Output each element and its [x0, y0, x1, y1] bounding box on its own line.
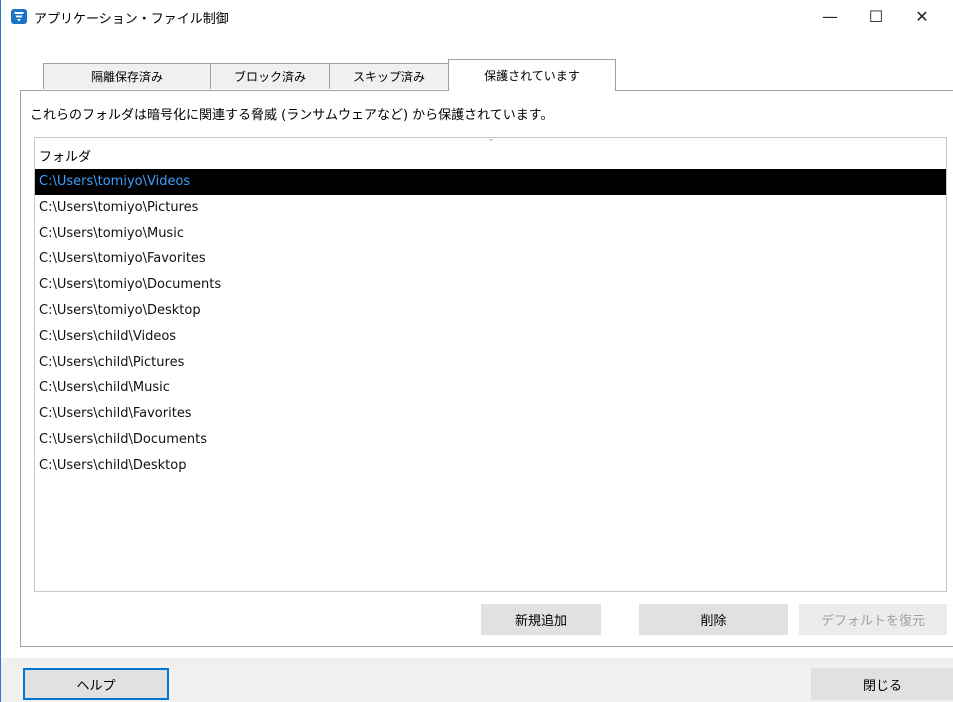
protected-folders-description: これらのフォルダは暗号化に関連する脅威 (ランサムウェアなど) から保護されてい…	[30, 108, 554, 123]
tab-protected[interactable]: 保護されています	[448, 59, 616, 91]
folder-row[interactable]: C:\Users\tomiyo\Pictures	[35, 195, 946, 221]
delete-folder-button[interactable]: 削除	[639, 604, 788, 635]
folder-row[interactable]: C:\Users\tomiyo\Favorites	[35, 246, 946, 272]
folder-row[interactable]: C:\Users\child\Videos	[35, 324, 946, 350]
app-shield-icon	[11, 9, 27, 24]
minimize-button[interactable]: —	[807, 0, 853, 32]
minimize-icon: —	[822, 6, 838, 26]
folder-row[interactable]: C:\Users\child\Pictures	[35, 350, 946, 376]
maximize-button[interactable]: ☐	[853, 0, 899, 32]
folder-row[interactable]: C:\Users\tomiyo\Desktop	[35, 298, 946, 324]
app-window: アプリケーション・ファイル制御 — ☐ ✕ 隔離保存済み ブロック済み スキップ…	[0, 0, 953, 702]
close-dialog-button[interactable]: 閉じる	[811, 668, 953, 700]
tab-blocked[interactable]: ブロック済み	[210, 63, 330, 89]
sort-indicator-icon: ⌄	[487, 134, 495, 144]
title-bar: アプリケーション・ファイル制御 — ☐ ✕	[1, 0, 953, 32]
folder-row[interactable]: C:\Users\child\Desktop	[35, 453, 946, 479]
tab-quarantined[interactable]: 隔離保存済み	[43, 63, 211, 89]
folder-rows: C:\Users\tomiyo\Videos C:\Users\tomiyo\Pi…	[35, 169, 946, 479]
folder-row[interactable]: C:\Users\child\Music	[35, 375, 946, 401]
protected-folder-list[interactable]: フォルダ ⌄ C:\Users\tomiyo\Videos C:\Users\to…	[34, 134, 947, 592]
folder-column-header[interactable]: フォルダ	[39, 146, 91, 165]
list-header[interactable]: フォルダ ⌄	[35, 134, 946, 168]
close-icon: ✕	[915, 6, 929, 26]
folder-row[interactable]: C:\Users\child\Documents	[35, 427, 946, 453]
folder-row[interactable]: C:\Users\tomiyo\Documents	[35, 272, 946, 298]
help-button[interactable]: ヘルプ	[23, 668, 169, 700]
folder-row[interactable]: C:\Users\tomiyo\Music	[35, 221, 946, 247]
folder-row[interactable]: C:\Users\child\Favorites	[35, 401, 946, 427]
maximize-icon: ☐	[868, 6, 884, 26]
folder-row[interactable]: C:\Users\tomiyo\Videos	[35, 169, 946, 195]
restore-default-button[interactable]: デフォルトを復元	[799, 604, 947, 635]
close-window-button[interactable]: ✕	[899, 0, 945, 32]
add-folder-button[interactable]: 新規追加	[481, 604, 601, 635]
tab-skipped[interactable]: スキップ済み	[329, 63, 449, 89]
window-title: アプリケーション・ファイル制御	[34, 12, 229, 27]
